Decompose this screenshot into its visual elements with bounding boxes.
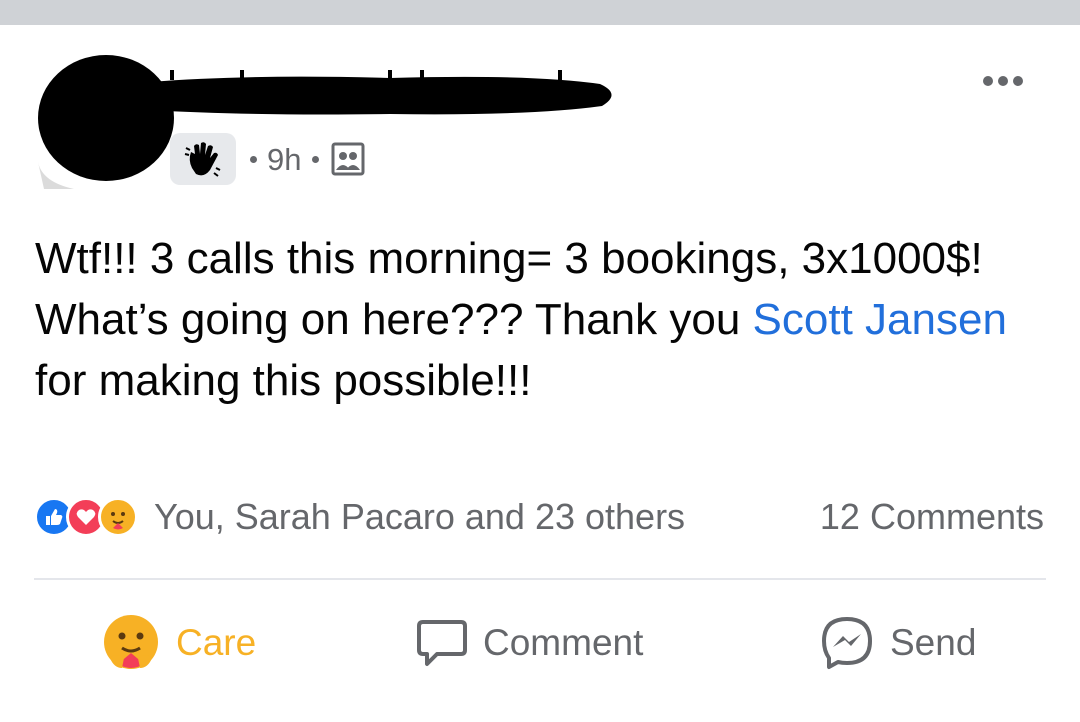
divider <box>34 578 1046 580</box>
redacted-author-name[interactable] <box>150 70 620 120</box>
more-dot <box>983 76 993 86</box>
waving-hand-icon <box>184 142 221 177</box>
comments-count[interactable]: 12 Comments <box>820 494 1044 540</box>
send-label: Send <box>890 622 977 663</box>
separator-dot <box>312 155 320 163</box>
more-options-button[interactable] <box>975 66 1031 96</box>
more-dot <box>998 76 1008 86</box>
reaction-names[interactable]: You, Sarah Pacaro and 23 others <box>154 496 685 538</box>
care-button[interactable]: Care <box>100 612 256 674</box>
top-strip <box>0 0 1080 25</box>
post-body: Wtf!!! 3 calls this morning= 3 bookings,… <box>35 228 1055 411</box>
separator-dot <box>250 155 257 163</box>
care-icon <box>98 497 138 537</box>
messenger-icon <box>822 617 872 669</box>
post-text-part: for making this possible!!! <box>35 356 532 405</box>
more-dot <box>1013 76 1023 86</box>
comment-button[interactable]: Comment <box>415 612 643 674</box>
wave-badge[interactable] <box>170 133 236 185</box>
reactions-summary[interactable]: You, Sarah Pacaro and 23 others <box>34 494 685 540</box>
care-label: Care <box>176 622 257 663</box>
comment-bubble-icon <box>417 620 467 666</box>
send-button[interactable]: Send <box>818 612 976 674</box>
comment-label: Comment <box>483 622 644 663</box>
friends-audience-icon[interactable] <box>331 142 365 176</box>
post-meta: 9h <box>170 132 365 186</box>
care-reaction-icon <box>104 615 158 669</box>
post-timestamp[interactable]: 9h <box>267 144 301 175</box>
mention-link[interactable]: Scott Jansen <box>753 295 1007 344</box>
